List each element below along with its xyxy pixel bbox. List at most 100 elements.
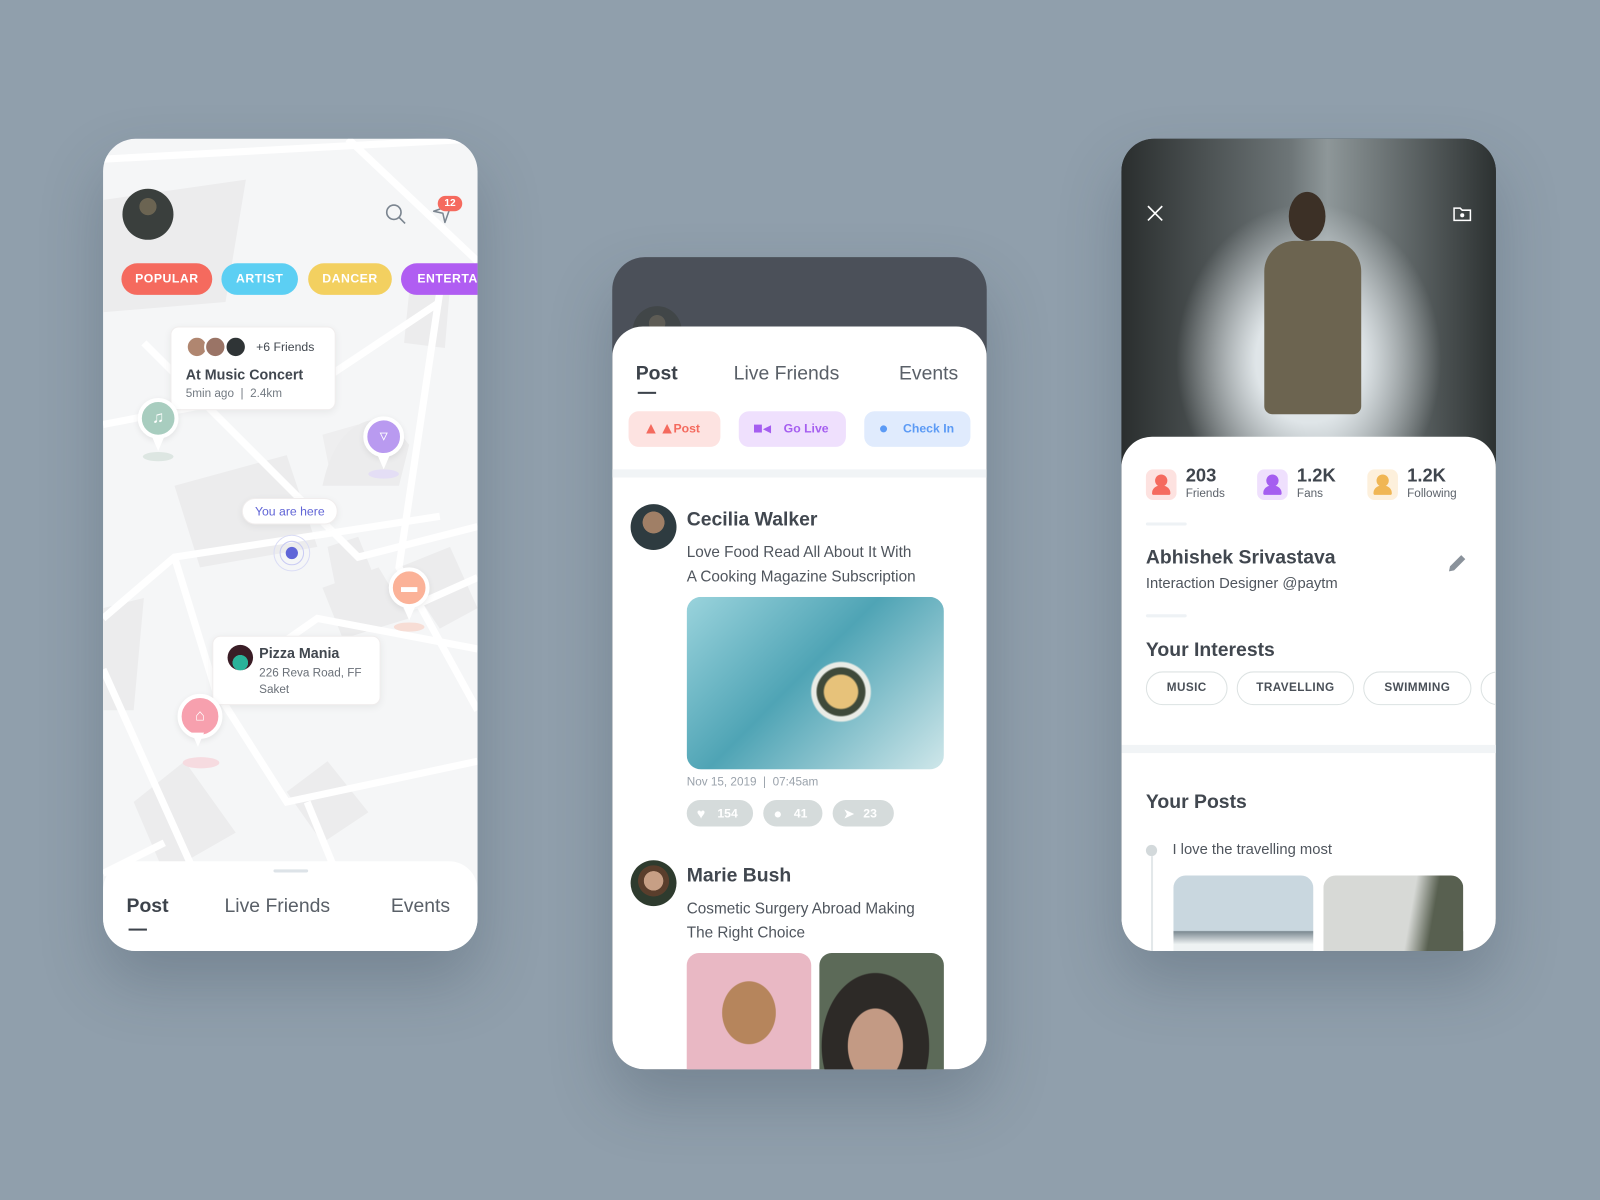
post-caption: I love the travelling most bbox=[1172, 841, 1332, 859]
friends-count[interactable]: 203 bbox=[1186, 465, 1217, 486]
author-avatar[interactable] bbox=[630, 504, 677, 550]
check-in-button[interactable]: ● Check In bbox=[864, 411, 971, 447]
pin-shadow bbox=[368, 469, 399, 479]
post-author[interactable]: Marie Bush bbox=[687, 865, 792, 887]
post-date: Nov 15, 2019 | 07:45am bbox=[686, 776, 819, 789]
place-title: Pizza Mania bbox=[259, 644, 340, 662]
go-live-button[interactable]: ■◂ Go Live bbox=[738, 411, 846, 447]
post-action-label: Post bbox=[673, 421, 701, 436]
category-chip-artist[interactable]: ARTIST bbox=[221, 263, 298, 295]
timeline-line bbox=[1151, 856, 1154, 952]
search-icon[interactable] bbox=[385, 203, 407, 225]
cover-person bbox=[1264, 240, 1362, 415]
following-icon bbox=[1367, 469, 1398, 500]
pin-shadow bbox=[182, 757, 220, 769]
map-screen: 12 POPULAR ARTIST DANCER ENTERTAN +6 Fri… bbox=[103, 138, 478, 952]
profile-bio: Interaction Designer @paytm bbox=[1145, 575, 1338, 592]
current-location-marker[interactable] bbox=[273, 534, 311, 572]
active-tab-indicator bbox=[637, 391, 657, 394]
comment-count: 41 bbox=[793, 806, 808, 821]
feed-sheet: Post Live Friends Events ▲▲ Post ■◂ Go Liv… bbox=[612, 326, 987, 1070]
category-chip-entertainment[interactable]: ENTERTAN bbox=[401, 263, 478, 295]
divider bbox=[1145, 522, 1187, 526]
section-divider bbox=[612, 469, 987, 478]
category-chip-dancer[interactable]: DANCER bbox=[308, 263, 392, 295]
following-count[interactable]: 1.2K bbox=[1407, 465, 1446, 486]
fans-label: Fans bbox=[1296, 487, 1324, 500]
mountain-icon: ▲▲ bbox=[642, 420, 676, 438]
place-address: 226 Reva Road, FF bbox=[259, 667, 362, 680]
gym-pin-icon[interactable]: ▬ bbox=[388, 567, 430, 621]
post-thumbnail[interactable] bbox=[1173, 875, 1314, 952]
profile-name: Abhishek Srivastava bbox=[1145, 546, 1336, 569]
camera-folder-icon[interactable] bbox=[1452, 204, 1472, 222]
divider bbox=[1145, 614, 1187, 618]
post-action-button[interactable]: ▲▲ Post bbox=[628, 411, 721, 447]
close-icon[interactable] bbox=[1146, 204, 1164, 222]
author-avatar[interactable] bbox=[630, 860, 677, 907]
feed-screen: Post Live Friends Events ▲▲ Post ■◂ Go Liv… bbox=[612, 257, 987, 1070]
comment-button[interactable]: ● 41 bbox=[763, 799, 823, 827]
event-meta: 5min ago | 2.4km bbox=[185, 387, 283, 400]
section-divider bbox=[1121, 744, 1496, 754]
music-pin-icon[interactable]: ♫ bbox=[137, 397, 179, 452]
shopping-pin-icon[interactable]: ▿ bbox=[363, 416, 405, 470]
edit-pencil-icon[interactable] bbox=[1446, 552, 1468, 574]
place-address-city: Saket bbox=[259, 683, 290, 696]
friend-avatar bbox=[204, 335, 227, 359]
share-button[interactable]: ➤ 23 bbox=[832, 799, 894, 827]
event-title: At Music Concert bbox=[185, 366, 304, 383]
tab-live-friends[interactable]: Live Friends bbox=[734, 363, 840, 385]
post-photo[interactable] bbox=[686, 953, 812, 1070]
following-label: Following bbox=[1407, 487, 1457, 500]
tab-post[interactable]: Post bbox=[127, 896, 169, 918]
tab-events[interactable]: Events bbox=[391, 896, 450, 918]
friends-event-card[interactable]: +6 Friends At Music Concert 5min ago | 2… bbox=[170, 326, 336, 411]
restaurant-pin-icon[interactable]: ⌂ bbox=[177, 693, 223, 747]
like-count: 154 bbox=[717, 806, 738, 821]
tab-live-friends[interactable]: Live Friends bbox=[224, 896, 330, 918]
interest-chip-swimming[interactable]: SWIMMING bbox=[1363, 671, 1472, 706]
extra-friends-count: +6 Friends bbox=[256, 339, 315, 355]
post-text: A Cooking Magazine Subscription bbox=[686, 568, 916, 586]
friend-avatar bbox=[224, 335, 247, 359]
interest-chip-music[interactable]: MUSIC bbox=[1145, 671, 1228, 706]
food-photo[interactable] bbox=[686, 596, 944, 770]
post-author[interactable]: Cecilia Walker bbox=[687, 509, 818, 531]
place-logo bbox=[227, 644, 254, 671]
send-icon: ➤ bbox=[842, 805, 855, 822]
interests-title: Your Interests bbox=[1145, 639, 1275, 662]
notification-badge: 12 bbox=[437, 195, 463, 212]
profile-screen: 203 Friends 1.2K Fans 1.2K Following Abh… bbox=[1121, 138, 1496, 952]
cover-photo bbox=[1121, 138, 1496, 456]
fans-icon bbox=[1257, 469, 1288, 500]
post-photo[interactable] bbox=[819, 953, 944, 1070]
you-are-here-label: You are here bbox=[241, 497, 338, 525]
timeline-dot bbox=[1145, 844, 1158, 857]
bottom-tab-bar: Post Live Friends Events bbox=[103, 861, 478, 952]
drag-handle[interactable] bbox=[273, 869, 309, 873]
share-count: 23 bbox=[863, 806, 877, 821]
go-live-label: Go Live bbox=[783, 421, 829, 436]
category-chip-popular[interactable]: POPULAR bbox=[121, 263, 213, 295]
friends-icon bbox=[1145, 469, 1177, 500]
video-icon: ■◂ bbox=[753, 420, 772, 438]
active-tab-indicator bbox=[128, 928, 147, 931]
comment-icon: ● bbox=[773, 805, 783, 822]
heart-icon: ♥ bbox=[696, 805, 706, 822]
user-avatar[interactable] bbox=[122, 188, 174, 240]
pin-shadow bbox=[142, 452, 174, 462]
tab-events[interactable]: Events bbox=[899, 363, 958, 385]
fans-count[interactable]: 1.2K bbox=[1297, 465, 1336, 486]
like-button[interactable]: ♥ 154 bbox=[686, 799, 754, 827]
friends-label: Friends bbox=[1185, 487, 1225, 500]
post-text: Cosmetic Surgery Abroad Making bbox=[686, 899, 915, 918]
post-text: The Right Choice bbox=[686, 924, 805, 942]
post-thumbnail[interactable] bbox=[1323, 875, 1464, 952]
check-in-label: Check In bbox=[903, 421, 955, 436]
location-pin-icon: ● bbox=[878, 420, 889, 438]
interest-chip-travelling[interactable]: TRAVELLING bbox=[1236, 671, 1355, 706]
place-card[interactable]: Pizza Mania 226 Reva Road, FF Saket bbox=[212, 635, 381, 706]
pin-shadow bbox=[393, 622, 425, 632]
tab-post[interactable]: Post bbox=[636, 363, 678, 385]
